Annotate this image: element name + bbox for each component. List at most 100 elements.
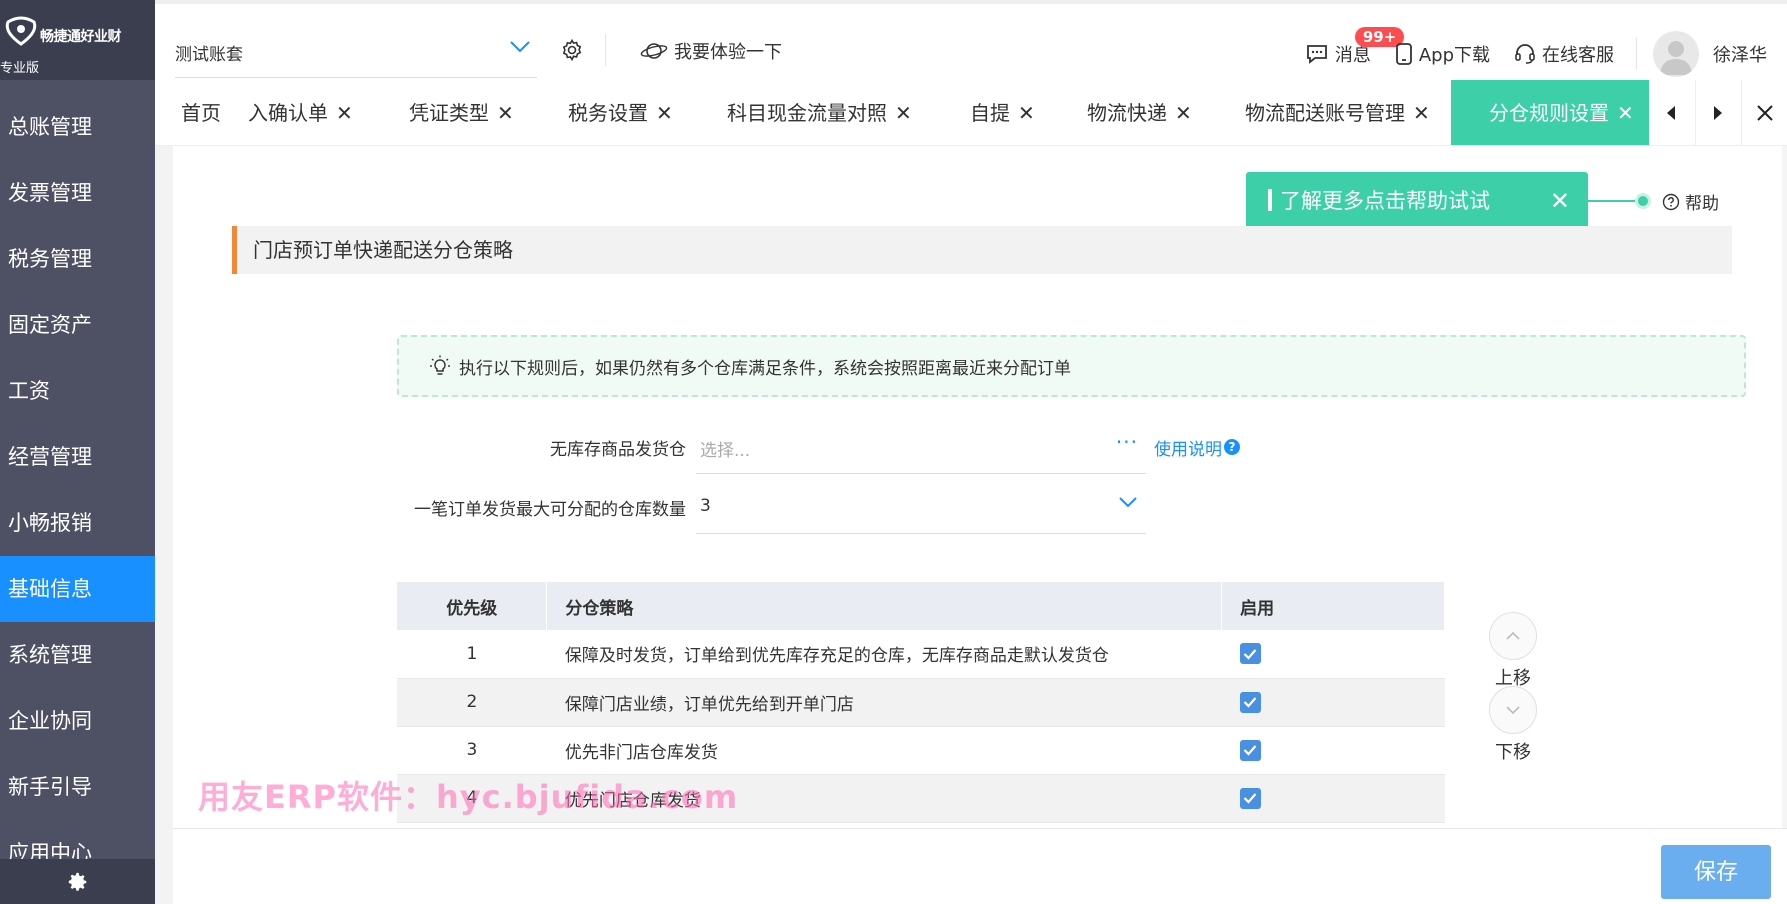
edition-label: 专业版 xyxy=(0,61,40,76)
tab-cashflow-mapping[interactable]: 科目现金流量对照 ✕ xyxy=(727,80,912,145)
brand-logo-icon xyxy=(5,16,37,46)
question-circle-icon xyxy=(1662,193,1680,210)
move-up-circle[interactable] xyxy=(1489,612,1537,660)
sidebar-item-expense[interactable]: 小畅报销 xyxy=(0,490,155,556)
sidebar-item-operations[interactable]: 经营管理 xyxy=(0,424,155,490)
table-row[interactable]: 2 保障门店业绩，订单优先给到开单门店 xyxy=(397,678,1445,727)
priority-cell: 2 xyxy=(397,678,547,727)
check-icon xyxy=(1243,697,1257,708)
close-icon[interactable]: ✕ xyxy=(1413,101,1430,125)
sidebar-item-basic-info[interactable]: 基础信息 xyxy=(0,556,155,622)
move-down-button[interactable]: 下移 xyxy=(1489,686,1537,764)
enable-checkbox[interactable] xyxy=(1239,643,1261,665)
tab-warehouse-rules[interactable]: 分仓规则设置 ✕ xyxy=(1451,80,1658,145)
close-icon[interactable]: ✕ xyxy=(336,101,353,125)
tab-tax-settings[interactable]: 税务设置 ✕ xyxy=(568,80,673,145)
max-warehouse-select[interactable]: 3 xyxy=(696,480,1146,534)
no-stock-warehouse-label: 无库存商品发货仓 xyxy=(550,439,686,460)
sidebar-item-system[interactable]: 系统管理 xyxy=(0,622,155,688)
more-options-icon[interactable]: ··· xyxy=(1116,430,1138,454)
close-icon[interactable]: ✕ xyxy=(1617,101,1634,125)
account-select[interactable]: 测试账套 xyxy=(175,26,537,78)
save-button[interactable]: 保存 xyxy=(1661,845,1771,899)
tab-label: 首页 xyxy=(181,101,221,125)
tab-scroll-right-button[interactable] xyxy=(1695,80,1739,145)
popover-accent-bar xyxy=(1268,189,1272,211)
settings-gear-icon[interactable] xyxy=(560,38,584,62)
scrollbar[interactable] xyxy=(1782,146,1787,836)
try-experience-label: 我要体验一下 xyxy=(674,42,782,63)
enable-checkbox[interactable] xyxy=(1239,787,1261,809)
tab-logistics-account[interactable]: 物流配送账号管理 ✕ xyxy=(1245,80,1430,145)
close-icon[interactable]: ✕ xyxy=(656,101,673,125)
enable-cell xyxy=(1221,774,1445,823)
close-all-tabs-button[interactable] xyxy=(1741,80,1787,145)
close-icon xyxy=(1756,105,1773,121)
tab-label: 分仓规则设置 xyxy=(1489,101,1609,125)
planet-icon xyxy=(640,43,668,59)
sidebar-settings-button[interactable] xyxy=(0,859,155,904)
online-service-button[interactable]: 在线客服 xyxy=(1514,41,1614,67)
sidebar-item-payroll[interactable]: 工资 xyxy=(0,358,155,424)
header-priority: 优先级 xyxy=(397,582,548,630)
tab-label: 凭证类型 xyxy=(409,101,489,125)
move-down-circle[interactable] xyxy=(1489,686,1537,734)
check-icon xyxy=(1243,649,1257,660)
enable-cell xyxy=(1221,726,1445,775)
close-icon[interactable]: ✕ xyxy=(497,101,514,125)
usage-instructions-link[interactable]: 使用说明? xyxy=(1154,435,1240,460)
help-link-label: 帮助 xyxy=(1685,194,1719,214)
close-icon[interactable]: ✕ xyxy=(895,101,912,125)
gear-icon xyxy=(68,872,86,891)
usage-link-label: 使用说明 xyxy=(1154,439,1222,460)
tab-bar: 首页 入确认单 ✕ 凭证类型 ✕ 税务设置 ✕ 科目现金流量对照 ✕ 自提 ✕ 物流快递 ✕… xyxy=(155,80,1787,146)
try-experience-button[interactable]: 我要体验一下 xyxy=(640,38,782,64)
question-icon: ? xyxy=(1224,439,1240,455)
topbar: 测试账套 我要体验一下 消息 99+ App下载 在线客服 徐泽华 xyxy=(155,0,1787,80)
messages-button[interactable]: 消息 99+ xyxy=(1305,27,1405,67)
enable-checkbox[interactable] xyxy=(1239,739,1261,761)
footer-bar: 保存 xyxy=(173,828,1787,904)
sidebar-item-collaboration[interactable]: 企业协同 xyxy=(0,688,155,754)
help-button[interactable]: 帮助 xyxy=(1662,189,1719,214)
topbar-right: 消息 99+ App下载 在线客服 徐泽华 xyxy=(1281,27,1767,77)
tab-confirm-order[interactable]: 入确认单 ✕ xyxy=(248,80,353,145)
user-menu[interactable]: 徐泽华 xyxy=(1653,31,1767,77)
tab-label: 物流快递 xyxy=(1087,101,1167,125)
tab-self-pickup[interactable]: 自提 ✕ xyxy=(970,80,1035,145)
sidebar-item-tax[interactable]: 税务管理 xyxy=(0,226,155,292)
brand-name: 畅捷通好业财 xyxy=(40,29,122,45)
sidebar-item-invoice[interactable]: 发票管理 xyxy=(0,160,155,226)
app-download-button[interactable]: App下载 xyxy=(1395,41,1490,67)
table-row[interactable]: 3 优先非门店仓库发货 xyxy=(397,726,1445,775)
close-icon[interactable]: ✕ xyxy=(1175,101,1192,125)
table-row[interactable]: 4 优先门店仓库发货 xyxy=(397,774,1445,823)
enable-cell xyxy=(1221,630,1445,679)
header-enable: 启用 xyxy=(1221,582,1445,630)
message-icon xyxy=(1306,45,1327,64)
sidebar-item-general-ledger[interactable]: 总账管理 xyxy=(0,94,155,160)
tab-logistics-express[interactable]: 物流快递 ✕ xyxy=(1087,80,1192,145)
lightbulb-icon xyxy=(430,355,450,375)
tab-voucher-type[interactable]: 凭证类型 ✕ xyxy=(409,80,514,145)
tab-scroll-left-button[interactable] xyxy=(1649,80,1693,145)
chevron-down-icon xyxy=(1119,497,1137,508)
tip-box: 执行以下规则后，如果仍然有多个仓库满足条件，系统会按照距离最近来分配订单 xyxy=(397,335,1746,397)
sidebar-item-fixed-assets[interactable]: 固定资产 xyxy=(0,292,155,358)
strategy-cell: 优先非门店仓库发货 xyxy=(546,726,1222,775)
sidebar-item-guide[interactable]: 新手引导 xyxy=(0,754,155,820)
no-stock-warehouse-select[interactable]: 选择... ··· xyxy=(696,420,1146,474)
user-name: 徐泽华 xyxy=(1713,45,1767,66)
logo-area: 畅捷通好业财 专业版 xyxy=(0,0,155,80)
move-up-button[interactable]: 上移 xyxy=(1489,612,1537,690)
enable-checkbox[interactable] xyxy=(1239,691,1261,713)
divider xyxy=(605,34,606,66)
close-icon[interactable]: ✕ xyxy=(1550,172,1570,230)
sidebar-nav: 总账管理 发票管理 税务管理 固定资产 工资 经营管理 小畅报销 基础信息 系统… xyxy=(0,94,155,886)
close-icon[interactable]: ✕ xyxy=(1018,101,1035,125)
chevron-down-icon xyxy=(510,41,530,53)
divider xyxy=(1636,38,1637,70)
tab-home[interactable]: 首页 xyxy=(181,80,221,145)
tip-text: 执行以下规则后，如果仍然有多个仓库满足条件，系统会按照距离最近来分配订单 xyxy=(459,358,1071,379)
table-row[interactable]: 1 保障及时发货，订单给到优先库存充足的仓库，无库存商品走默认发货仓 xyxy=(397,630,1445,679)
